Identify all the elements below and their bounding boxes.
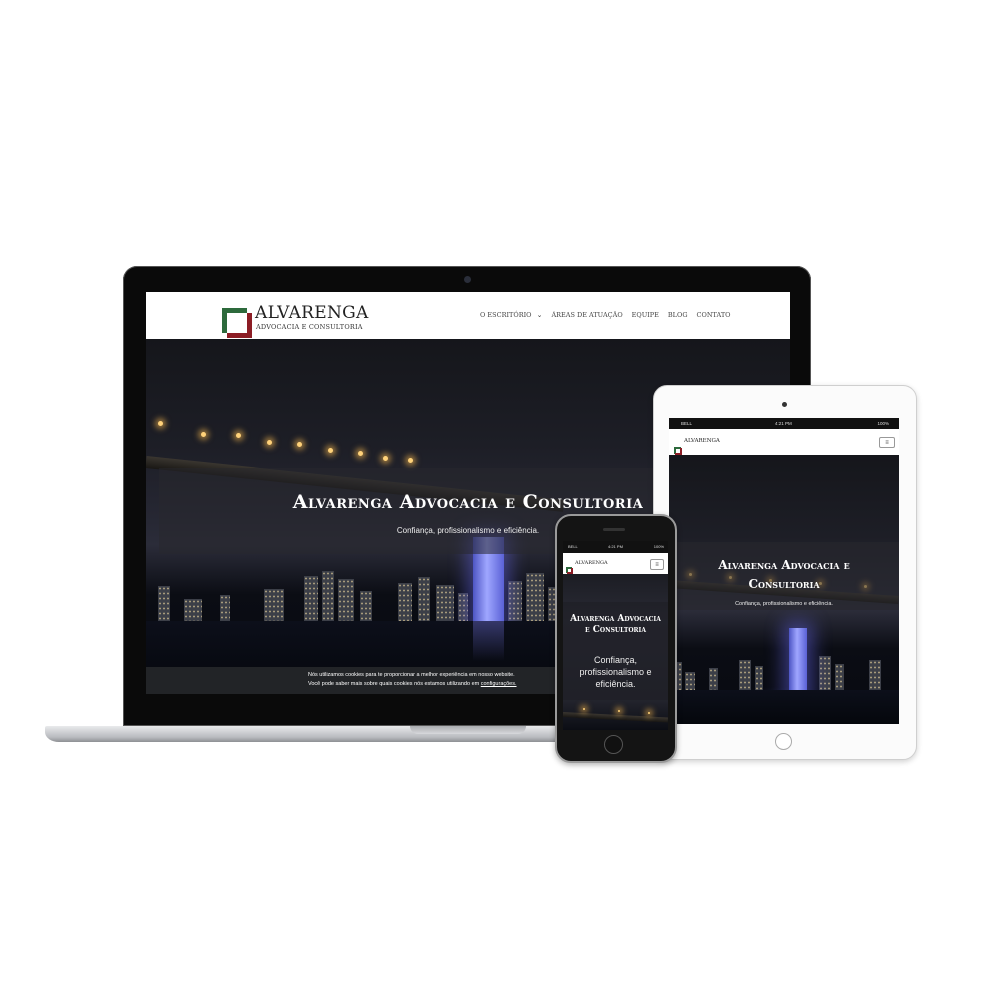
clock-label: 4:21 PM	[775, 421, 792, 426]
carrier-label: BELL	[568, 544, 578, 549]
desktop-nav-menu: O ESCRITÓRIO ⌄ ÁREAS DE ATUAÇÃO EQUIPE B…	[480, 311, 731, 319]
hamburger-menu-button[interactable]: ≡	[879, 437, 895, 448]
hero-background: Alvarenga Advocacia e Consultoria Confia…	[669, 455, 899, 724]
phone-navbar: ALVARENGA ≡	[563, 553, 668, 574]
hero-subtitle: Confiança, profissionalismo e eficiência…	[735, 601, 833, 607]
brand-logo-icon[interactable]	[674, 447, 682, 455]
hero-subtitle: Confiança, profissionalismo e eficiência…	[579, 655, 652, 689]
cookie-text-line2: Você pode saber mais sobre quais cookies…	[308, 681, 517, 687]
cookie-text-line1: Nós utilizamos cookies para te proporcio…	[308, 672, 515, 678]
phone-screen: BELL 4:21 PM 100% ALVARENGA ≡ Alvarenga …	[563, 541, 668, 730]
nav-item-areas[interactable]: ÁREAS DE ATUAÇÃO	[551, 311, 622, 319]
phone-status-bar: BELL 4:21 PM 100%	[563, 541, 668, 553]
tablet-camera	[782, 402, 787, 407]
brand-name[interactable]: ALVARENGA	[684, 438, 720, 444]
tablet-status-bar: BELL 4:21 PM 100%	[669, 418, 899, 429]
brand-logo-icon[interactable]	[222, 307, 252, 338]
hero-title: Alvarenga Advocacia e Consultoria	[718, 558, 850, 591]
brand-name[interactable]: ALVARENGA	[255, 303, 369, 323]
brand-logo-icon[interactable]	[566, 567, 573, 574]
nav-item-equipe[interactable]: EQUIPE	[632, 311, 659, 319]
carrier-label: BELL	[681, 421, 693, 426]
tablet-navbar: ALVARENGA ≡	[669, 429, 899, 455]
nav-item-escritorio[interactable]: O ESCRITÓRIO ⌄	[480, 311, 542, 319]
laptop-camera	[464, 276, 471, 283]
chevron-down-icon[interactable]: ⌄	[537, 311, 543, 319]
battery-label: 100%	[877, 421, 889, 426]
desktop-navbar: ALVARENGA ADVOCACIA E CONSULTORIA O ESCR…	[146, 292, 790, 339]
hamburger-icon: ≡	[885, 439, 889, 446]
laptop-notch	[410, 726, 526, 734]
brand-tagline: ADVOCACIA E CONSULTORIA	[256, 323, 363, 331]
hero-title: Alvarenga Advocacia e Consultoria	[570, 614, 661, 635]
nav-item-contato[interactable]: CONTATO	[697, 311, 731, 319]
tablet-home-button[interactable]	[775, 733, 792, 750]
phone-home-button[interactable]	[604, 735, 623, 754]
nav-item-blog[interactable]: BLOG	[668, 311, 688, 319]
hamburger-menu-button[interactable]: ≡	[650, 559, 664, 570]
clock-label: 4:21 PM	[608, 544, 623, 549]
brand-name[interactable]: ALVARENGA	[575, 560, 608, 566]
phone-speaker	[603, 528, 625, 531]
cookie-settings-link[interactable]: configurações.	[481, 681, 517, 687]
hero-background: Alvarenga Advocacia e Consultoria Confia…	[563, 574, 668, 730]
hamburger-icon: ≡	[655, 561, 659, 568]
tablet-screen: BELL 4:21 PM 100% ALVARENGA ≡ Alvarenga …	[669, 418, 899, 724]
battery-label: 100%	[653, 544, 664, 549]
